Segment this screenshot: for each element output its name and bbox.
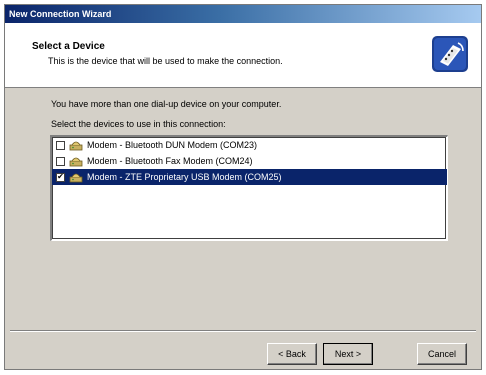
instruction-text: Select the devices to use in this connec… [51,119,226,129]
wizard-window: New Connection Wizard Select a Device Th… [4,4,482,370]
wizard-header: Select a Device This is the device that … [5,23,481,88]
device-item-zte-usb[interactable]: ✔ Modem - ZTE Proprietary USB Modem (COM… [52,169,447,185]
footer-divider [10,330,476,332]
device-item-bluetooth-dun[interactable]: Modem - Bluetooth DUN Modem (COM23) [52,137,447,153]
device-list[interactable]: Modem - Bluetooth DUN Modem (COM23) Mode… [50,135,448,241]
modem-icon [69,141,83,151]
back-button[interactable]: < Back [267,343,317,365]
intro-text: You have more than one dial-up device on… [51,99,282,109]
device-checkbox[interactable] [56,156,65,166]
device-label: Modem - Bluetooth Fax Modem (COM24) [87,156,253,166]
device-checkbox[interactable]: ✔ [56,172,65,182]
device-item-bluetooth-fax[interactable]: Modem - Bluetooth Fax Modem (COM24) [52,153,447,169]
page-title: Select a Device [32,41,105,52]
page-subtitle: This is the device that will be used to … [48,56,283,66]
device-label: Modem - Bluetooth DUN Modem (COM23) [87,140,258,150]
next-button[interactable]: Next > [323,343,373,365]
device-checkbox[interactable] [56,140,65,150]
device-label: Modem - ZTE Proprietary USB Modem (COM25… [87,172,282,182]
modem-wizard-icon [432,36,468,72]
modem-icon [69,173,83,183]
modem-icon [69,157,83,167]
cancel-button[interactable]: Cancel [417,343,467,365]
title-bar[interactable]: New Connection Wizard [5,5,481,23]
